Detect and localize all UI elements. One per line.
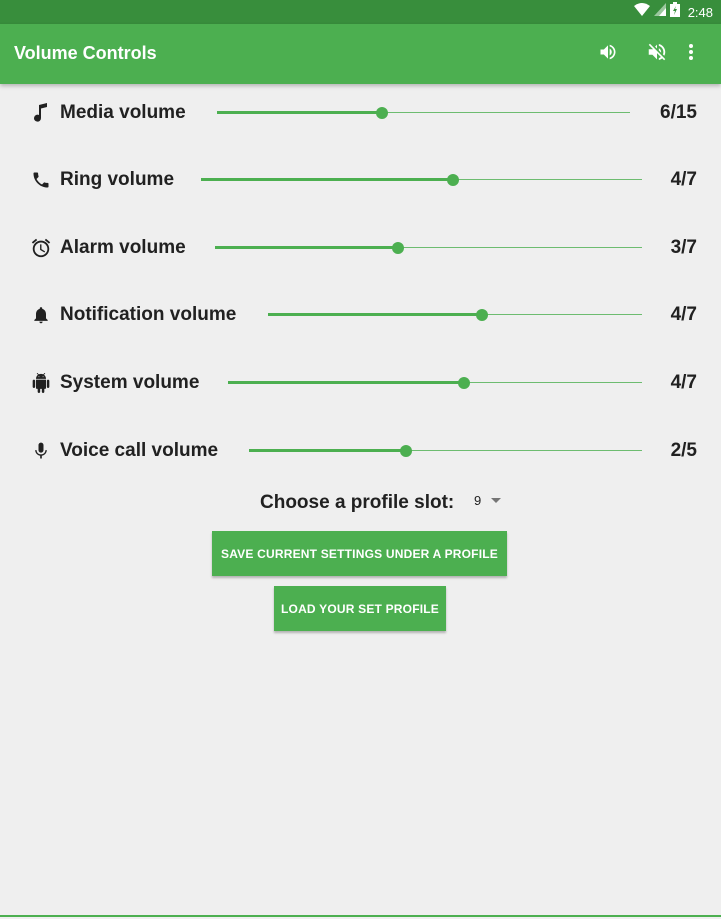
alarm-icon (30, 237, 52, 259)
music-note-icon (30, 102, 52, 124)
volume-value: 4/7 (670, 304, 697, 325)
slider-fill (217, 111, 383, 114)
slider-fill (215, 246, 399, 249)
bottom-divider (0, 915, 721, 917)
signal-icon (653, 3, 666, 21)
system-volume-slider[interactable] (228, 377, 642, 389)
volume-label: Media volume (60, 102, 186, 123)
volume-row-ring: Ring volume 4/7 (0, 160, 721, 200)
volume-row-voice-call: Voice call volume 2/5 (0, 431, 721, 471)
app-bar: Volume Controls (0, 24, 721, 84)
volume-value: 6/15 (660, 102, 697, 123)
wifi-icon (633, 2, 650, 22)
volume-value: 4/7 (670, 372, 697, 393)
media-volume-slider[interactable] (217, 107, 630, 119)
load-profile-button[interactable]: LOAD YOUR SET PROFILE (274, 586, 446, 631)
volume-label: Voice call volume (60, 440, 219, 461)
slider-thumb[interactable] (446, 174, 459, 186)
voice-call-volume-slider[interactable] (249, 445, 642, 457)
slider-thumb[interactable] (458, 377, 471, 389)
page-title: Volume Controls (14, 43, 157, 63)
more-vert-icon (688, 43, 694, 66)
profile-slot-dropdown[interactable]: 9 (474, 493, 502, 508)
dropdown-arrow-icon (491, 498, 502, 503)
ring-volume-slider[interactable] (201, 174, 642, 186)
slider-thumb[interactable] (392, 242, 405, 254)
volume-row-notification: Notification volume 4/7 (0, 295, 721, 335)
save-profile-button[interactable]: SAVE CURRENT SETTINGS UNDER A PROFILE (212, 531, 507, 576)
volume-value: 3/7 (670, 237, 697, 258)
phone-icon (30, 169, 52, 191)
notification-volume-slider[interactable] (268, 309, 642, 321)
volume-up-icon (598, 42, 618, 67)
volume-label: Alarm volume (60, 237, 186, 258)
profile-slot-label: Choose a profile slot: (260, 492, 455, 513)
bell-icon (30, 304, 52, 326)
slider-fill (268, 313, 482, 316)
battery-icon (669, 2, 680, 22)
more-options-button[interactable] (679, 42, 703, 66)
slider-thumb[interactable] (475, 309, 488, 321)
volume-label: System volume (60, 372, 200, 393)
volume-up-button[interactable] (596, 42, 620, 66)
volume-label: Ring volume (60, 169, 175, 190)
volume-value: 2/5 (670, 440, 697, 461)
slider-fill (228, 381, 465, 384)
slider-thumb[interactable] (376, 107, 389, 119)
slider-fill (201, 178, 453, 181)
volume-off-icon (646, 41, 668, 68)
alarm-volume-slider[interactable] (215, 242, 642, 254)
status-bar: 2:48 (0, 0, 721, 24)
volume-row-alarm: Alarm volume 3/7 (0, 228, 721, 268)
microphone-icon (30, 440, 52, 462)
profile-slot-value: 9 (474, 493, 482, 508)
android-icon (30, 372, 52, 394)
mute-button[interactable] (645, 42, 669, 66)
slider-thumb[interactable] (400, 445, 413, 457)
clock: 2:48 (687, 4, 713, 20)
volume-label: Notification volume (60, 304, 237, 325)
volume-row-system: System volume 4/7 (0, 363, 721, 403)
volume-value: 4/7 (670, 169, 697, 190)
slider-fill (249, 449, 407, 452)
volume-row-media: Media volume 6/15 (0, 93, 721, 133)
